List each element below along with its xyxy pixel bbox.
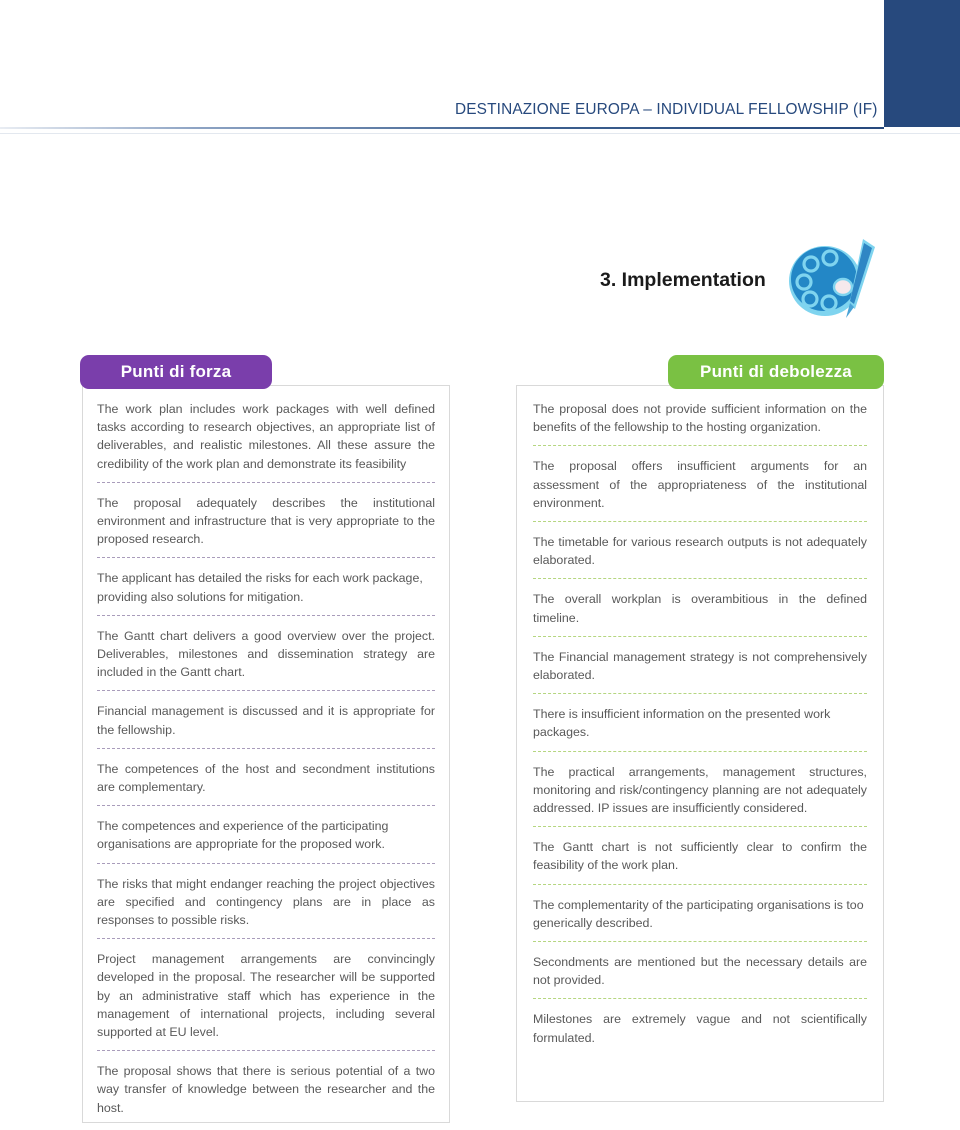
list-item: The competences of the host and secondme… xyxy=(97,761,435,795)
item-separator xyxy=(533,693,867,695)
item-separator xyxy=(533,445,867,447)
header-title: DESTINAZIONE EUROPA – INDIVIDUAL FELLOWS… xyxy=(455,101,878,118)
weaknesses-badge-label: Punti di debolezza xyxy=(700,362,852,381)
list-item: The applicant has detailed the risks for… xyxy=(97,571,423,604)
list-item: The Gantt chart delivers a good overview… xyxy=(97,628,435,680)
item-separator xyxy=(97,1050,435,1052)
list-item: The Gantt chart is not sufficiently clea… xyxy=(533,840,867,873)
list-item: The overall workplan is overambitious in… xyxy=(533,592,867,625)
list-item: The practical arrangements, management s… xyxy=(533,764,867,816)
list-item: Project management arrangements are conv… xyxy=(97,952,435,1040)
item-separator xyxy=(533,521,867,523)
header-divider-rule xyxy=(0,127,884,129)
list-item: There is insufficient information on the… xyxy=(533,707,831,740)
list-item: The risks that might endanger reaching t… xyxy=(97,876,435,928)
header-blue-block xyxy=(884,0,960,127)
list-item: The work plan includes work packages wit… xyxy=(97,402,435,471)
header-divider-rule-secondary xyxy=(0,133,960,134)
list-item: Financial management is discussed and it… xyxy=(97,704,435,737)
item-separator xyxy=(533,750,867,752)
page-title: 3. Implementation xyxy=(600,269,766,291)
strengths-panel: The work plan includes work packages wit… xyxy=(82,385,450,1123)
item-separator xyxy=(533,826,867,828)
item-separator xyxy=(97,557,435,559)
list-item: Secondments are mentioned but the necess… xyxy=(533,955,867,988)
list-item: The proposal offers insufficient argumen… xyxy=(533,459,867,510)
list-item: The proposal adequately describes the in… xyxy=(97,495,435,547)
list-item: The competences and experience of the pa… xyxy=(97,819,389,852)
item-separator xyxy=(97,805,435,807)
palette-icon xyxy=(787,231,883,325)
strengths-badge-label: Punti di forza xyxy=(120,362,232,381)
item-separator xyxy=(533,578,867,580)
item-separator xyxy=(533,635,867,637)
list-item: The proposal does not provide sufficient… xyxy=(533,402,867,435)
item-separator xyxy=(97,747,435,749)
list-item: The Financial management strategy is not… xyxy=(533,649,867,683)
item-separator xyxy=(97,690,435,692)
list-item: The complementarity of the participating… xyxy=(533,897,864,930)
item-separator xyxy=(533,998,867,1000)
strengths-badge: Punti di forza xyxy=(80,355,272,389)
item-separator xyxy=(97,862,435,864)
weaknesses-badge: Punti di debolezza xyxy=(668,355,884,389)
item-separator xyxy=(97,938,435,940)
list-item: The proposal shows that there is serious… xyxy=(97,1064,435,1115)
item-separator xyxy=(97,481,435,483)
page-header: DESTINAZIONE EUROPA – INDIVIDUAL FELLOWS… xyxy=(0,0,960,134)
list-item: The timetable for various research outpu… xyxy=(533,535,867,568)
item-separator xyxy=(533,883,867,885)
item-separator xyxy=(97,614,435,616)
list-item: Milestones are extremely vague and not s… xyxy=(533,1012,867,1045)
weaknesses-panel: The proposal does not provide sufficient… xyxy=(516,385,884,1102)
item-separator xyxy=(533,941,867,943)
